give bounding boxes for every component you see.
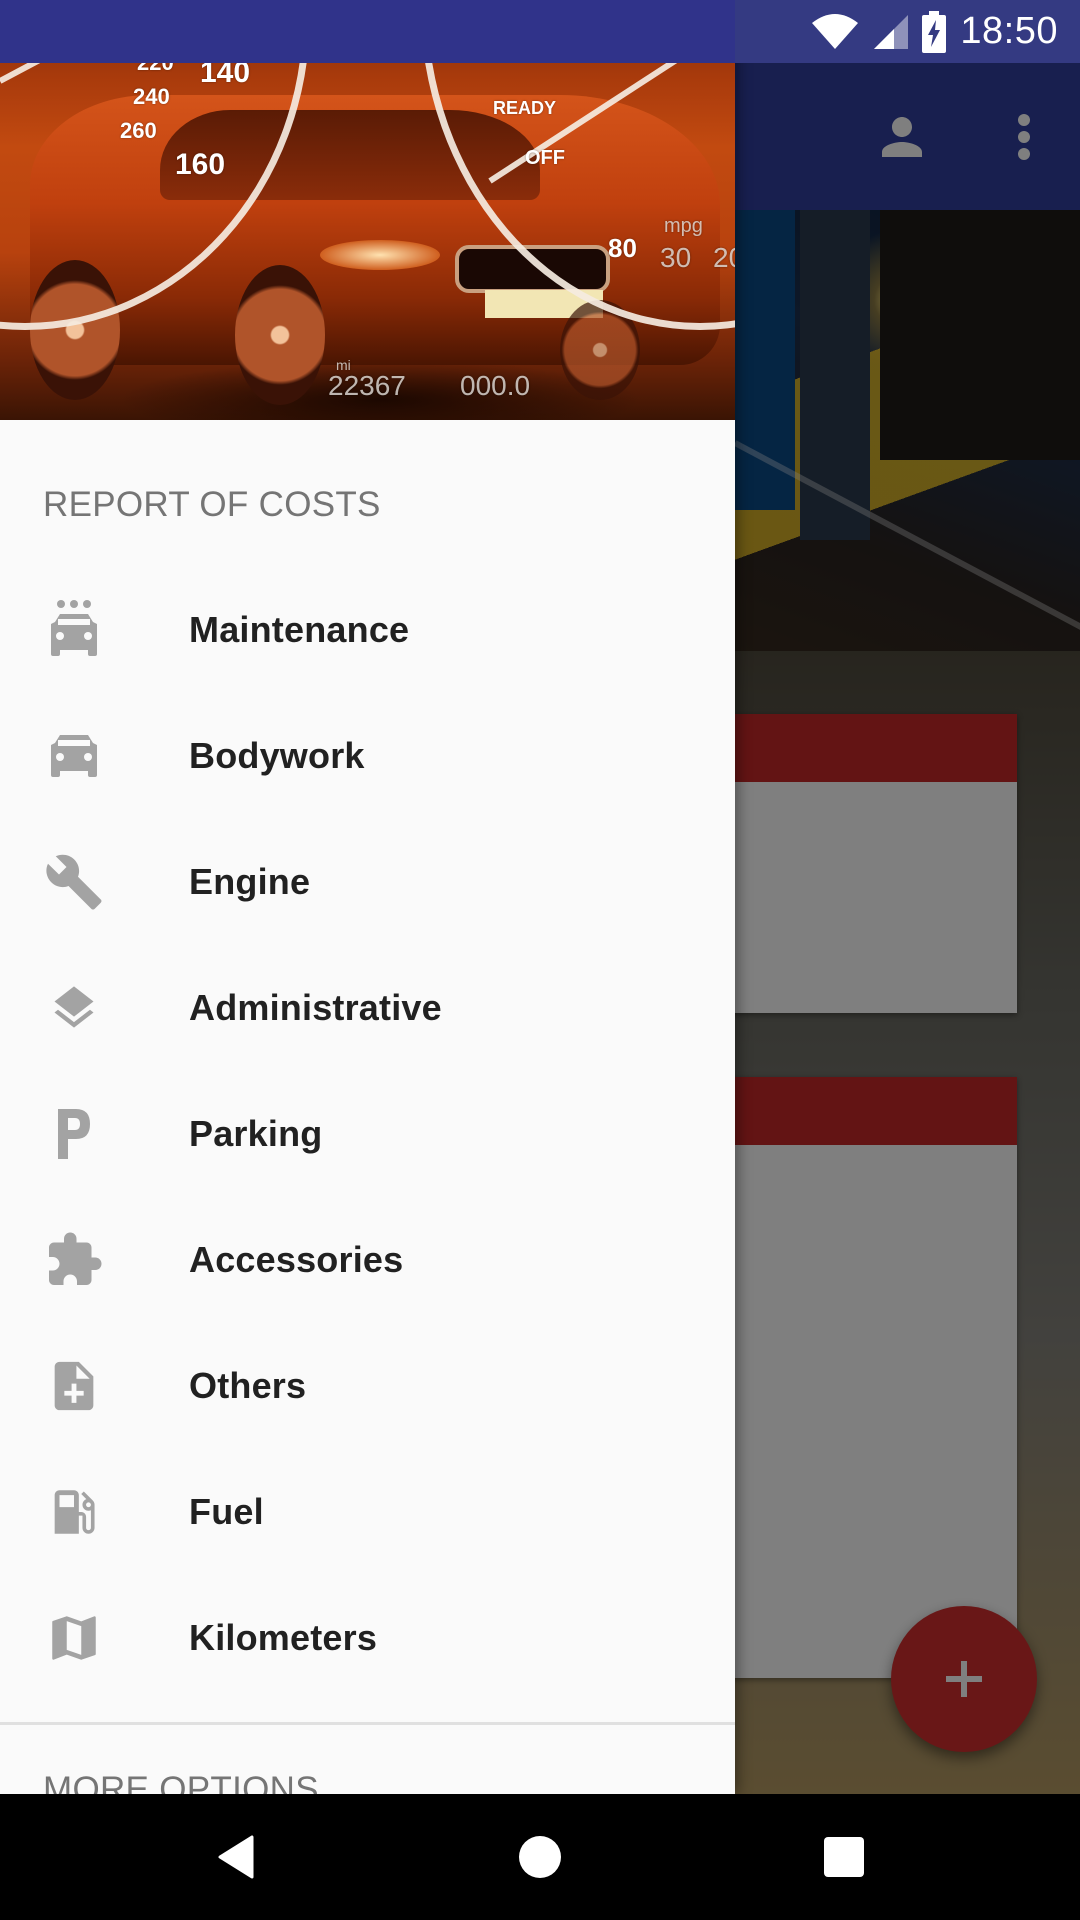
drawer-item-others[interactable]: Others [0, 1323, 735, 1449]
back-button[interactable] [166, 1794, 306, 1920]
drawer-item-label: Parking [189, 1113, 323, 1154]
gauge-label: mpg [664, 215, 703, 237]
drawer-item-label: Fuel [189, 1491, 264, 1532]
back-icon [218, 1835, 254, 1879]
drawer-item-accessories[interactable]: Accessories [0, 1197, 735, 1323]
layers-icon [42, 976, 106, 1040]
recents-icon [824, 1837, 864, 1877]
gas-station-icon [42, 1480, 106, 1544]
drawer-item-label: Engine [189, 861, 311, 902]
trip-value: 000.0 [460, 370, 531, 401]
drawer-item-label: Others [189, 1365, 307, 1406]
drawer-item-kilometers[interactable]: Kilometers [0, 1575, 735, 1701]
section-title-report-of-costs: REPORT OF COSTS [43, 485, 381, 524]
drawer-item-label: Kilometers [189, 1617, 378, 1658]
drawer-divider [0, 1722, 735, 1725]
drawer-item-engine[interactable]: Engine [0, 819, 735, 945]
odometer-value: 22367 [328, 370, 406, 401]
puzzle-piece-icon [42, 1228, 106, 1292]
car-icon [42, 724, 106, 788]
wrench-icon [42, 850, 106, 914]
drawer-item-label: Maintenance [189, 609, 410, 650]
drawer-item-maintenance[interactable]: Maintenance [0, 567, 735, 693]
drawer-item-label: Administrative [189, 987, 442, 1028]
gauge-label: OFF [525, 147, 565, 169]
drawer-item-fuel[interactable]: Fuel [0, 1449, 735, 1575]
recents-button[interactable] [774, 1794, 914, 1920]
cell-signal-icon [874, 14, 909, 49]
gauge-label: READY [493, 98, 557, 118]
system-navigation-bar [0, 1794, 1080, 1920]
navigation-drawer: 200 220 240 260 140 160 READY OFF 80 mpg… [0, 0, 735, 1794]
status-bar: 18:50 [0, 0, 1080, 63]
home-icon [519, 1836, 561, 1878]
gauge-label: 80 [608, 233, 637, 263]
gauge-label: 20 [713, 242, 735, 273]
car-wash-icon [42, 598, 106, 662]
home-button[interactable] [470, 1794, 610, 1920]
drawer-header-image: 200 220 240 260 140 160 READY OFF 80 mpg… [0, 0, 735, 420]
section-title-more-options: MORE OPTIONS [43, 1770, 319, 1794]
drawer-item-administrative[interactable]: Administrative [0, 945, 735, 1071]
parking-icon [42, 1102, 106, 1166]
note-add-icon [42, 1354, 106, 1418]
drawer-item-bodywork[interactable]: Bodywork [0, 693, 735, 819]
map-icon [42, 1606, 106, 1670]
wifi-icon [812, 13, 859, 49]
drawer-item-parking[interactable]: Parking [0, 1071, 735, 1197]
gauge-label: 30 [660, 242, 692, 273]
gauge-label: 160 [175, 148, 226, 181]
status-time: 18:50 [960, 10, 1058, 52]
battery-charging-icon [922, 10, 947, 53]
gauge-label: 260 [120, 118, 157, 143]
gauge-label: 240 [133, 84, 170, 109]
drawer-item-label: Accessories [189, 1239, 404, 1280]
drawer-item-label: Bodywork [189, 735, 365, 776]
